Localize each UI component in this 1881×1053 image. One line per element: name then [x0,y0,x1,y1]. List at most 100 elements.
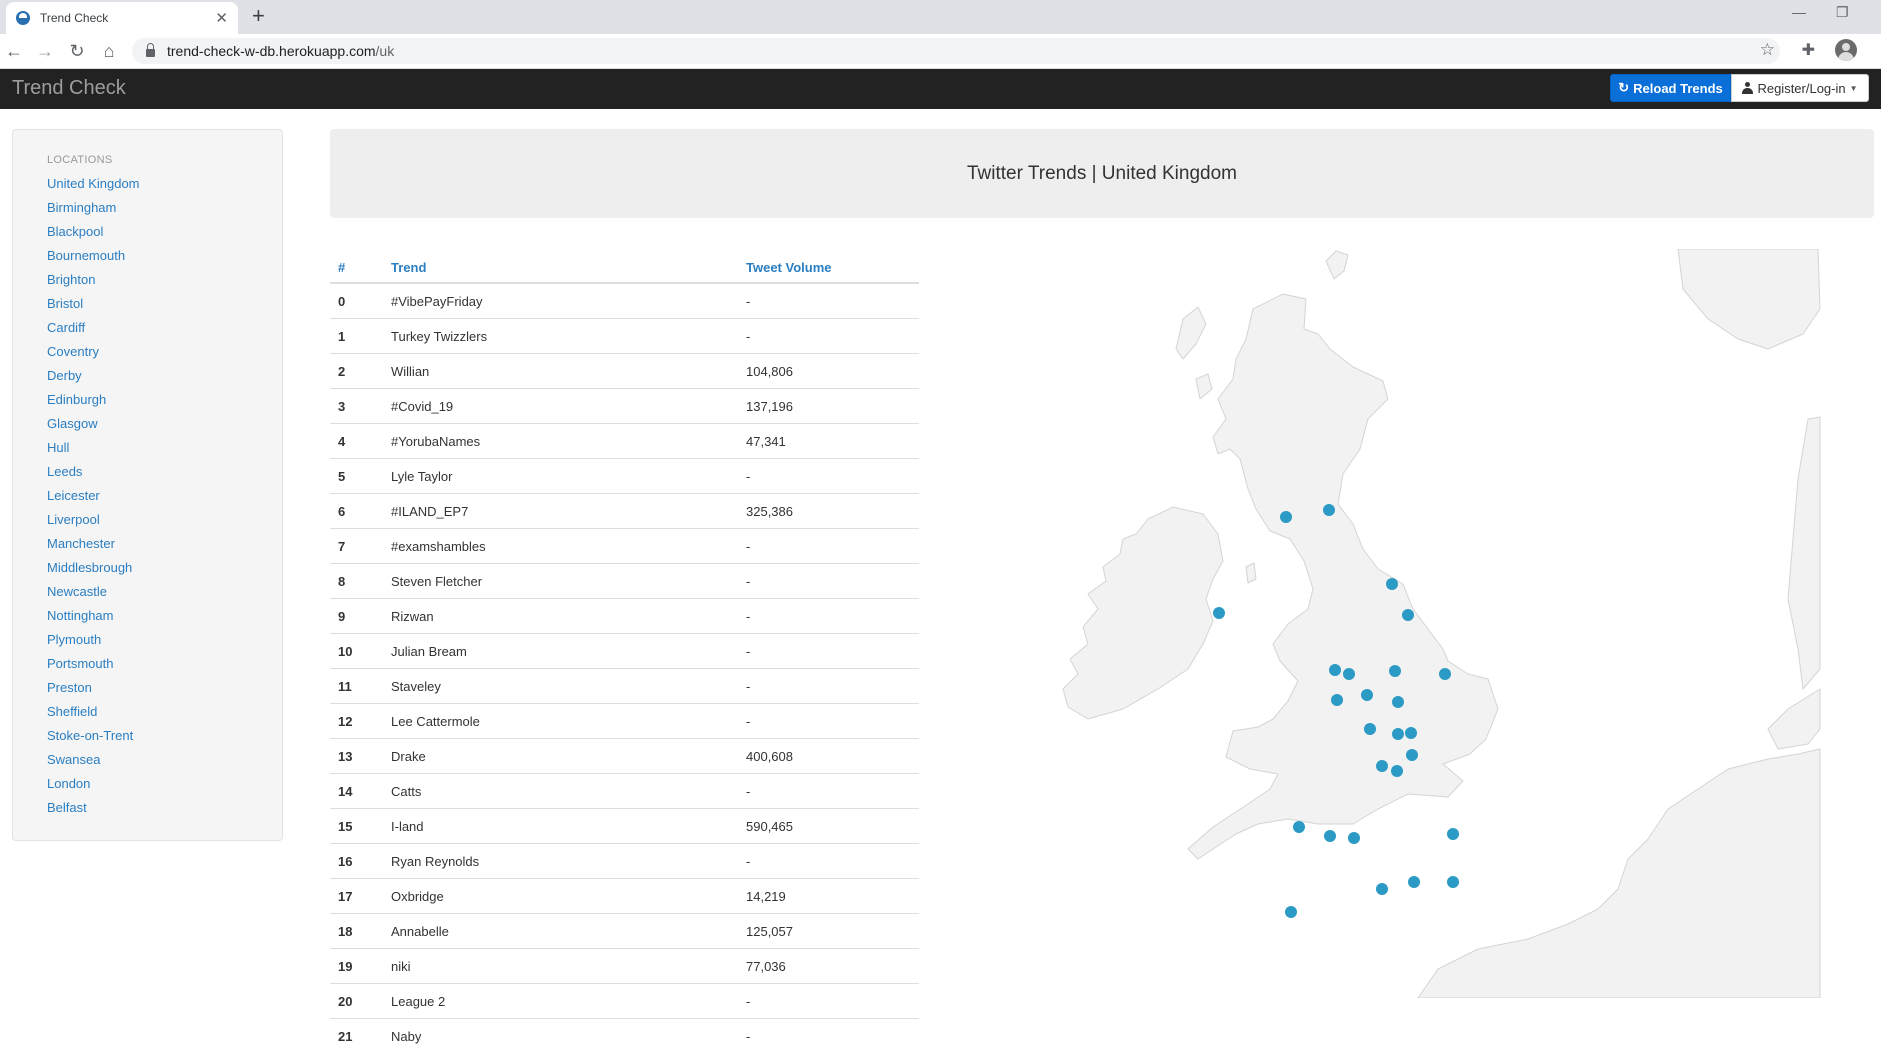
register-login-dropdown[interactable]: Register/Log-in ▼ [1731,74,1869,102]
location-link[interactable]: Blackpool [47,224,103,239]
norway-shape [1678,249,1820,349]
map-marker[interactable] [1405,727,1417,739]
lock-icon [146,49,155,57]
location-link[interactable]: Middlesbrough [47,560,132,575]
location-link[interactable]: Brighton [47,272,95,287]
map-marker[interactable] [1343,668,1355,680]
header-rank[interactable]: # [330,252,383,283]
isle-of-man-shape [1246,563,1256,583]
trend-cell: Julian Bream [383,634,738,669]
trend-cell: Staveley [383,669,738,704]
location-link[interactable]: Bristol [47,296,83,311]
rank-cell: 4 [330,424,383,459]
close-tab-icon[interactable]: ✕ [215,9,228,27]
location-link[interactable]: Plymouth [47,632,101,647]
map-marker[interactable] [1392,696,1404,708]
location-link[interactable]: Edinburgh [47,392,106,407]
trend-cell: Willian [383,354,738,389]
location-link[interactable]: Glasgow [47,416,98,431]
location-link[interactable]: Nottingham [47,608,113,623]
trend-cell: niki [383,949,738,984]
uk-map[interactable] [1008,249,1828,998]
trend-cell: Catts [383,774,738,809]
location-link[interactable]: Portsmouth [47,656,113,671]
rank-cell: 15 [330,809,383,844]
map-marker[interactable] [1213,607,1225,619]
trend-check-favicon-icon [16,11,30,25]
map-marker[interactable] [1447,828,1459,840]
location-link[interactable]: Hull [47,440,69,455]
map-marker[interactable] [1285,906,1297,918]
location-link[interactable]: Sheffield [47,704,97,719]
map-marker[interactable] [1376,760,1388,772]
back-icon[interactable]: ← [2,39,26,63]
map-marker[interactable] [1348,832,1360,844]
minimize-icon[interactable]: — [1792,4,1806,20]
sidebar-location-item: Cardiff [47,316,282,340]
table-row: 4#YorubaNames47,341 [330,424,919,459]
map-marker[interactable] [1447,876,1459,888]
map-marker[interactable] [1280,511,1292,523]
extensions-puzzle-icon[interactable]: ✚ [1802,40,1815,60]
map-marker[interactable] [1402,609,1414,621]
map-marker[interactable] [1439,668,1451,680]
tweet-volume-cell: 400,608 [738,739,919,774]
map-marker[interactable] [1324,830,1336,842]
tweet-volume-cell: - [738,669,919,704]
new-tab-icon[interactable]: + [252,4,265,28]
inner-isles-shape [1196,374,1212,399]
browser-toolbar: ← → ↻ ⌂ trend-check-w-db.herokuapp.com/u… [0,34,1881,69]
browser-tab[interactable]: Trend Check ✕ [6,2,238,34]
browser-tab-strip: Trend Check ✕ + — ❐ [0,0,1881,34]
location-link[interactable]: Derby [47,368,82,383]
sidebar-location-item: Bournemouth [47,244,282,268]
location-link[interactable]: Swansea [47,752,100,767]
map-marker[interactable] [1386,578,1398,590]
map-marker[interactable] [1392,728,1404,740]
map-marker[interactable] [1361,689,1373,701]
home-icon[interactable]: ⌂ [97,39,121,63]
location-link[interactable]: United Kingdom [47,176,140,191]
reload-page-icon[interactable]: ↻ [65,39,89,63]
map-marker[interactable] [1323,504,1335,516]
forward-icon[interactable]: → [33,39,57,63]
map-marker[interactable] [1408,876,1420,888]
refresh-icon: ↻ [1618,80,1629,96]
location-link[interactable]: London [47,776,90,791]
brand-link[interactable]: Trend Check [12,77,126,100]
map-marker[interactable] [1391,765,1403,777]
tweet-volume-cell: - [738,774,919,809]
location-link[interactable]: Preston [47,680,92,695]
map-marker[interactable] [1329,664,1341,676]
great-britain-shape [1188,294,1498,859]
map-marker[interactable] [1406,749,1418,761]
map-marker[interactable] [1364,723,1376,735]
location-link[interactable]: Manchester [47,536,115,551]
rank-cell: 3 [330,389,383,424]
sidebar-location-item: Sheffield [47,700,282,724]
bookmark-star-icon[interactable]: ☆ [1760,40,1775,60]
map-marker[interactable] [1389,665,1401,677]
map-marker[interactable] [1293,821,1305,833]
map-marker[interactable] [1376,883,1388,895]
location-link[interactable]: Stoke-on-Trent [47,728,133,743]
location-link[interactable]: Belfast [47,800,87,815]
location-link[interactable]: Coventry [47,344,99,359]
header-tweet-volume[interactable]: Tweet Volume [738,252,919,283]
address-bar[interactable]: trend-check-w-db.herokuapp.com/uk [132,38,1780,64]
tweet-volume-cell: - [738,319,919,354]
location-link[interactable]: Liverpool [47,512,100,527]
location-link[interactable]: Cardiff [47,320,85,335]
location-link[interactable]: Leicester [47,488,100,503]
trend-cell: Turkey Twizzlers [383,319,738,354]
table-row: 5Lyle Taylor- [330,459,919,494]
location-link[interactable]: Leeds [47,464,82,479]
location-link[interactable]: Newcastle [47,584,107,599]
map-marker[interactable] [1331,694,1343,706]
header-trend[interactable]: Trend [383,252,738,283]
location-link[interactable]: Birmingham [47,200,116,215]
profile-avatar-icon[interactable] [1835,39,1857,61]
restore-icon[interactable]: ❐ [1836,4,1849,21]
reload-trends-button[interactable]: ↻ Reload Trends [1610,74,1731,102]
location-link[interactable]: Bournemouth [47,248,125,263]
